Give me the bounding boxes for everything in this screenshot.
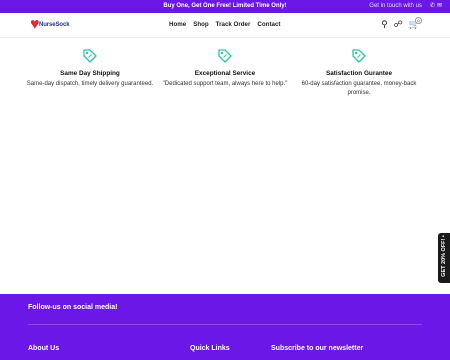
feature-title: Exceptional Service	[194, 70, 256, 77]
footer-heading-quick-links: Quick Links	[190, 345, 230, 352]
features-section: Same Day Shipping Same-day dispatch, tim…	[0, 48, 450, 118]
search-icon[interactable]: ⚲	[381, 19, 388, 30]
nav-home[interactable]: Home	[169, 21, 186, 28]
footer-heading-newsletter: Subscribe to our newsletter	[271, 345, 364, 352]
feature-exceptional-service: Exceptional Service "Dedicated support t…	[160, 48, 290, 89]
phone-icon[interactable]: ✆	[430, 3, 437, 9]
mail-icon[interactable]: ✉	[437, 3, 444, 9]
discount-side-tab[interactable]: GET 20% OFF! •	[438, 233, 450, 283]
feature-satisfaction-guarantee: Satisfaction Gurantee 60-day satisfactio…	[294, 48, 424, 98]
nav-shop[interactable]: Shop	[193, 21, 208, 28]
globe-icon[interactable]: ☍	[394, 19, 403, 30]
feature-title: Same Day Shipping	[60, 70, 120, 77]
logo[interactable]: ♥ NurseSock	[30, 17, 76, 34]
site-header: ♥ NurseSock Home Shop Track Order Contac…	[0, 13, 450, 38]
feature-title: Satisfaction Gurantee	[325, 70, 393, 77]
footer-heading-about: About Us	[28, 345, 60, 352]
discount-tab-label: GET 20% OFF! •	[441, 235, 447, 277]
contact-icons: ✆✉	[430, 2, 444, 11]
nav-track-order[interactable]: Track Order	[216, 21, 251, 28]
feature-description: Same-day dispatch, timely delivery guara…	[26, 81, 154, 87]
announcement-bar: Buy One, Get One Free! Limited Time Only…	[0, 0, 450, 13]
social-heading: Follow-us on social media!	[28, 304, 118, 311]
site-footer: Follow-us on social media! About Us Quic…	[0, 294, 450, 360]
tag-icon	[218, 49, 232, 63]
tag-icon	[352, 49, 366, 63]
nav-contact[interactable]: Contact	[257, 21, 280, 28]
feature-description: "Dedicated support team, always here to …	[162, 81, 288, 87]
feature-description: 60-day satisfaction guarantee, money-bac…	[301, 81, 417, 96]
cart-count-badge: 0	[415, 17, 422, 24]
tag-icon	[83, 49, 97, 63]
main-nav: Home Shop Track Order Contact	[169, 21, 280, 28]
feature-same-day-shipping: Same Day Shipping Same-day dispatch, tim…	[25, 48, 155, 89]
footer-divider	[28, 324, 422, 325]
logo-text: NurseSock	[39, 22, 70, 28]
contact-link[interactable]: Get in touch with us	[369, 2, 422, 11]
